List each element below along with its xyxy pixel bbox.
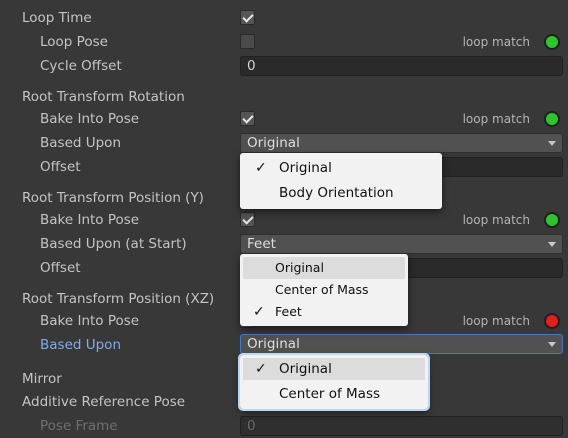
rotation-offset-label: Offset [40, 159, 81, 175]
rotation-match-label: loop match [462, 112, 530, 126]
pose-frame-label: Pose Frame [40, 418, 118, 434]
position-xz-based-upon-label: Based Upon [40, 337, 121, 353]
menu-item-feet[interactable]: ✓ Feet [243, 301, 405, 323]
position-y-match-label: loop match [462, 213, 530, 227]
rotation-bake-label: Bake Into Pose [40, 111, 140, 127]
menu-item-original[interactable]: Original [243, 257, 405, 279]
additive-reference-pose-label: Additive Reference Pose [22, 394, 186, 410]
loop-time-checkbox[interactable] [240, 10, 255, 25]
menu-item-label: Body Orientation [279, 185, 394, 201]
position-xz-based-upon-value: Original [247, 336, 300, 352]
rotation-based-upon-menu: ✓ Original Body Orientation [240, 153, 442, 209]
chevron-down-icon [548, 242, 556, 247]
menu-item-body-orientation[interactable]: Body Orientation [243, 182, 439, 204]
rotation-header: Root Transform Rotation [22, 89, 185, 105]
loop-pose-checkbox[interactable] [240, 34, 255, 49]
position-y-match-indicator-icon [544, 212, 560, 228]
menu-item-label: Center of Mass [275, 282, 369, 297]
position-y-bake-checkbox[interactable] [240, 212, 255, 227]
menu-item-label: Original [279, 361, 332, 377]
menu-item-original[interactable]: ✓ Original [243, 358, 425, 380]
checkmark-icon: ✓ [255, 361, 267, 377]
menu-item-label: Original [279, 160, 332, 176]
cycle-offset-label: Cycle Offset [40, 58, 122, 74]
loop-pose-label: Loop Pose [40, 34, 108, 50]
rotation-bake-checkbox[interactable] [240, 111, 255, 126]
menu-item-label: Feet [275, 304, 302, 319]
chevron-down-icon [548, 342, 556, 347]
position-y-based-upon-menu: Original Center of Mass ✓ Feet [240, 254, 408, 326]
position-y-based-upon-value: Feet [247, 236, 276, 252]
menu-item-label: Center of Mass [279, 386, 381, 402]
pose-frame-field[interactable]: 0 [240, 416, 563, 436]
position-xz-match-indicator-icon [544, 313, 560, 329]
loop-pose-match-label: loop match [462, 35, 530, 49]
position-xz-bake-label: Bake Into Pose [40, 313, 140, 329]
menu-item-center-of-mass[interactable]: Center of Mass [243, 279, 405, 301]
rotation-based-upon-dropdown[interactable]: Original [240, 133, 563, 153]
rotation-based-upon-value: Original [247, 135, 300, 151]
menu-item-label: Original [275, 260, 324, 275]
menu-item-original[interactable]: ✓ Original [243, 157, 439, 179]
menu-item-center-of-mass[interactable]: Center of Mass [243, 383, 425, 405]
position-y-bake-label: Bake Into Pose [40, 212, 140, 228]
loop-pose-match-indicator-icon [544, 34, 560, 50]
rotation-match-indicator-icon [544, 111, 560, 127]
position-xz-based-upon-dropdown[interactable]: Original [240, 334, 563, 354]
position-y-offset-label: Offset [40, 260, 81, 276]
position-xz-header: Root Transform Position (XZ) [22, 291, 215, 307]
mirror-label: Mirror [22, 371, 62, 387]
checkmark-icon: ✓ [253, 304, 265, 320]
position-y-based-upon-label: Based Upon (at Start) [40, 236, 187, 252]
position-y-based-upon-dropdown[interactable]: Feet [240, 234, 563, 254]
position-xz-based-upon-menu: ✓ Original Center of Mass [238, 353, 430, 411]
chevron-down-icon [548, 141, 556, 146]
loop-time-label: Loop Time [22, 10, 92, 26]
rotation-based-upon-label: Based Upon [40, 135, 121, 151]
checkmark-icon: ✓ [255, 160, 267, 176]
cycle-offset-field[interactable]: 0 [240, 56, 563, 76]
position-y-header: Root Transform Position (Y) [22, 190, 204, 206]
position-xz-match-label: loop match [462, 314, 530, 328]
